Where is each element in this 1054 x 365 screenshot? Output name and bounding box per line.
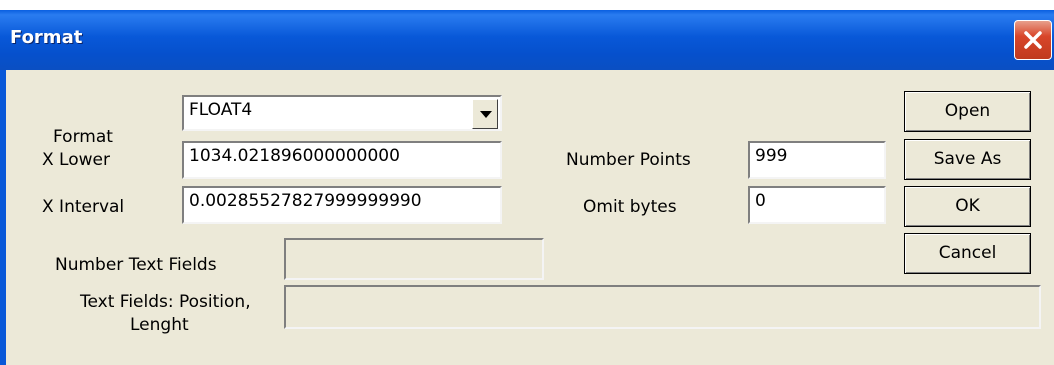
- x-interval-input[interactable]: 0.00285527827999999990: [182, 186, 502, 224]
- format-label: Format: [53, 127, 113, 147]
- number-points-input[interactable]: 999: [748, 141, 886, 179]
- x-interval-label: X Interval: [42, 197, 125, 217]
- number-text-fields-label: Number Text Fields: [55, 255, 217, 275]
- format-dropdown-button[interactable]: [472, 99, 498, 129]
- window-title: Format: [10, 27, 83, 48]
- text-fields-label-line1: Text Fields: Position,: [80, 292, 251, 312]
- close-button[interactable]: [1014, 20, 1052, 60]
- x-lower-input[interactable]: 1034.021896000000000: [182, 141, 502, 179]
- save-as-button[interactable]: Save As: [904, 139, 1031, 180]
- x-lower-label: X Lower: [42, 150, 110, 170]
- format-select[interactable]: FLOAT4: [182, 95, 502, 131]
- cancel-button[interactable]: Cancel: [904, 233, 1031, 274]
- number-points-label: Number Points: [566, 150, 691, 170]
- chevron-down-icon: [480, 111, 492, 118]
- number-text-fields-input[interactable]: [284, 238, 544, 280]
- ok-button[interactable]: OK: [904, 186, 1031, 227]
- omit-bytes-input[interactable]: 0: [748, 186, 886, 224]
- text-fields-input[interactable]: [284, 285, 1041, 329]
- window-left-border: [0, 70, 6, 365]
- close-icon: [1024, 31, 1042, 49]
- text-fields-label-line2: Lenght: [130, 315, 189, 335]
- omit-bytes-label: Omit bytes: [583, 197, 677, 217]
- open-button[interactable]: Open: [904, 91, 1031, 132]
- window-top-strip: [0, 0, 1054, 10]
- format-dialog: Format Format FLOAT4 X Lower 1034.021896…: [0, 0, 1054, 365]
- title-bar[interactable]: [0, 10, 1054, 70]
- format-select-value: FLOAT4: [189, 100, 253, 120]
